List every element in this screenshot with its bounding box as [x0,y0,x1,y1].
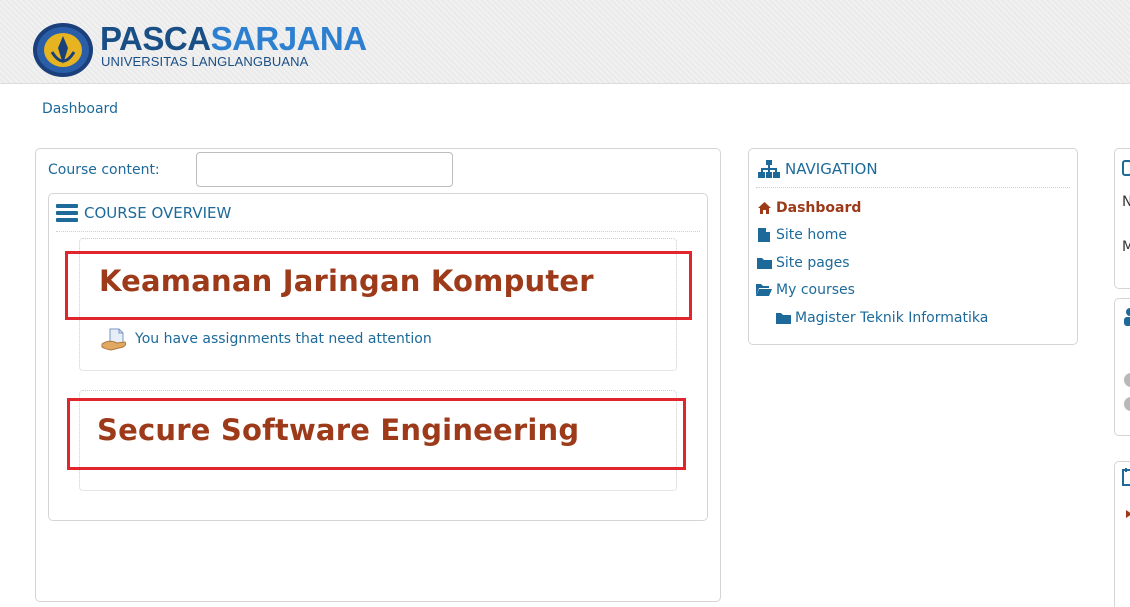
nav-item-label: Magister Teknik Informatika [795,310,989,326]
assignment-notice-text: You have assignments that need attention [135,331,432,347]
course-overview-header: COURSE OVERVIEW [56,204,231,222]
breadcrumb-dashboard[interactable]: Dashboard [42,101,118,117]
course-content-label: Course content: [48,162,160,178]
folder-icon [756,256,772,270]
highlight-box [65,251,692,320]
nav-item-site-pages[interactable]: Site pages [756,255,850,271]
sitemap-icon [758,160,780,178]
assignment-notice[interactable]: You have assignments that need attention [101,327,432,351]
nav-item-my-courses[interactable]: My courses [756,282,855,298]
university-emblem-icon[interactable] [32,22,94,78]
navigation-header[interactable]: NAVIGATION [758,160,878,178]
nav-item-dashboard[interactable]: Dashboard [756,200,861,216]
nav-item-label: Site home [776,227,848,243]
logo-title[interactable]: PASCASARJANA [100,22,367,56]
folder-icon [775,311,791,325]
logo-subtitle: UNIVERSITAS LANGLANGBUANA [101,54,309,69]
block-icon [1122,160,1130,180]
page-icon [756,228,772,242]
nav-item-label: My courses [776,282,855,298]
partial-text: M [1122,239,1130,255]
logo-title-part2: SARJANA [210,20,368,57]
divider [756,187,1070,188]
home-icon [756,201,772,215]
nav-item-magister-teknik-informatika[interactable]: Magister Teknik Informatika [775,310,988,326]
menu-icon [56,204,78,222]
assignment-icon [101,328,127,351]
calendar-icon [1122,468,1130,490]
course-overview-title: COURSE OVERVIEW [84,204,232,222]
site-header: PASCASARJANA UNIVERSITAS LANGLANGBUANA [0,0,1130,84]
divider [56,231,700,232]
course-content-input[interactable] [196,152,453,187]
nav-item-label: Site pages [776,255,850,271]
highlight-box [67,398,686,470]
nav-item-label: Dashboard [776,200,862,216]
user-avatar-icon [1122,368,1130,422]
partial-text: N [1122,194,1130,210]
navigation-title: NAVIGATION [785,160,878,178]
nav-item-site-home[interactable]: Site home [756,227,847,243]
arrow-left-icon[interactable] [1122,508,1130,524]
folder-open-icon [756,283,772,297]
users-icon [1122,307,1130,331]
logo-title-part1: PASCA [100,20,211,57]
